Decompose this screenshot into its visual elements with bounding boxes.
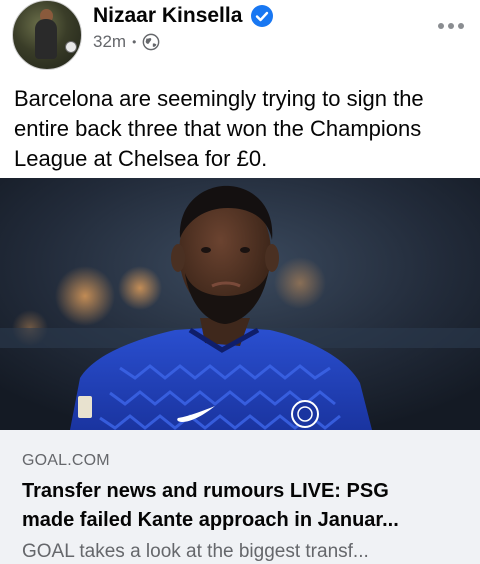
author-name[interactable]: Nizaar Kinsella — [93, 4, 242, 28]
player-photo-illustration — [0, 178, 480, 430]
link-headline[interactable]: Transfer news and rumours LIVE: PSG made… — [22, 477, 462, 535]
link-domain: GOAL.COM — [22, 452, 110, 469]
verified-badge-icon — [251, 5, 274, 27]
author-avatar[interactable] — [12, 0, 82, 70]
link-headline-line: made failed Kante approach in Januar... — [22, 509, 399, 531]
post-header: Nizaar Kinsella 32m • — [0, 0, 480, 78]
post-timestamp[interactable]: 32m — [93, 32, 126, 52]
globe-icon[interactable] — [142, 33, 160, 51]
more-options-dot — [458, 23, 464, 29]
avatar-ball — [65, 41, 77, 53]
meta-separator: • — [132, 35, 137, 49]
post-meta: 32m • — [93, 32, 160, 52]
post-text: Barcelona are seemingly trying to sign t… — [14, 86, 424, 171]
link-preview-card[interactable]: GOAL.COM Transfer news and rumours LIVE:… — [0, 430, 480, 564]
author-row: Nizaar Kinsella — [93, 4, 274, 28]
more-options-button[interactable] — [432, 14, 470, 38]
link-description: GOAL takes a look at the biggest transf.… — [22, 541, 369, 562]
more-options-dot — [448, 23, 454, 29]
more-options-dot — [438, 23, 444, 29]
avatar-figure-body — [35, 19, 57, 59]
post-photo[interactable] — [0, 178, 480, 430]
link-headline-line: Transfer news and rumours LIVE: PSG — [22, 480, 389, 502]
